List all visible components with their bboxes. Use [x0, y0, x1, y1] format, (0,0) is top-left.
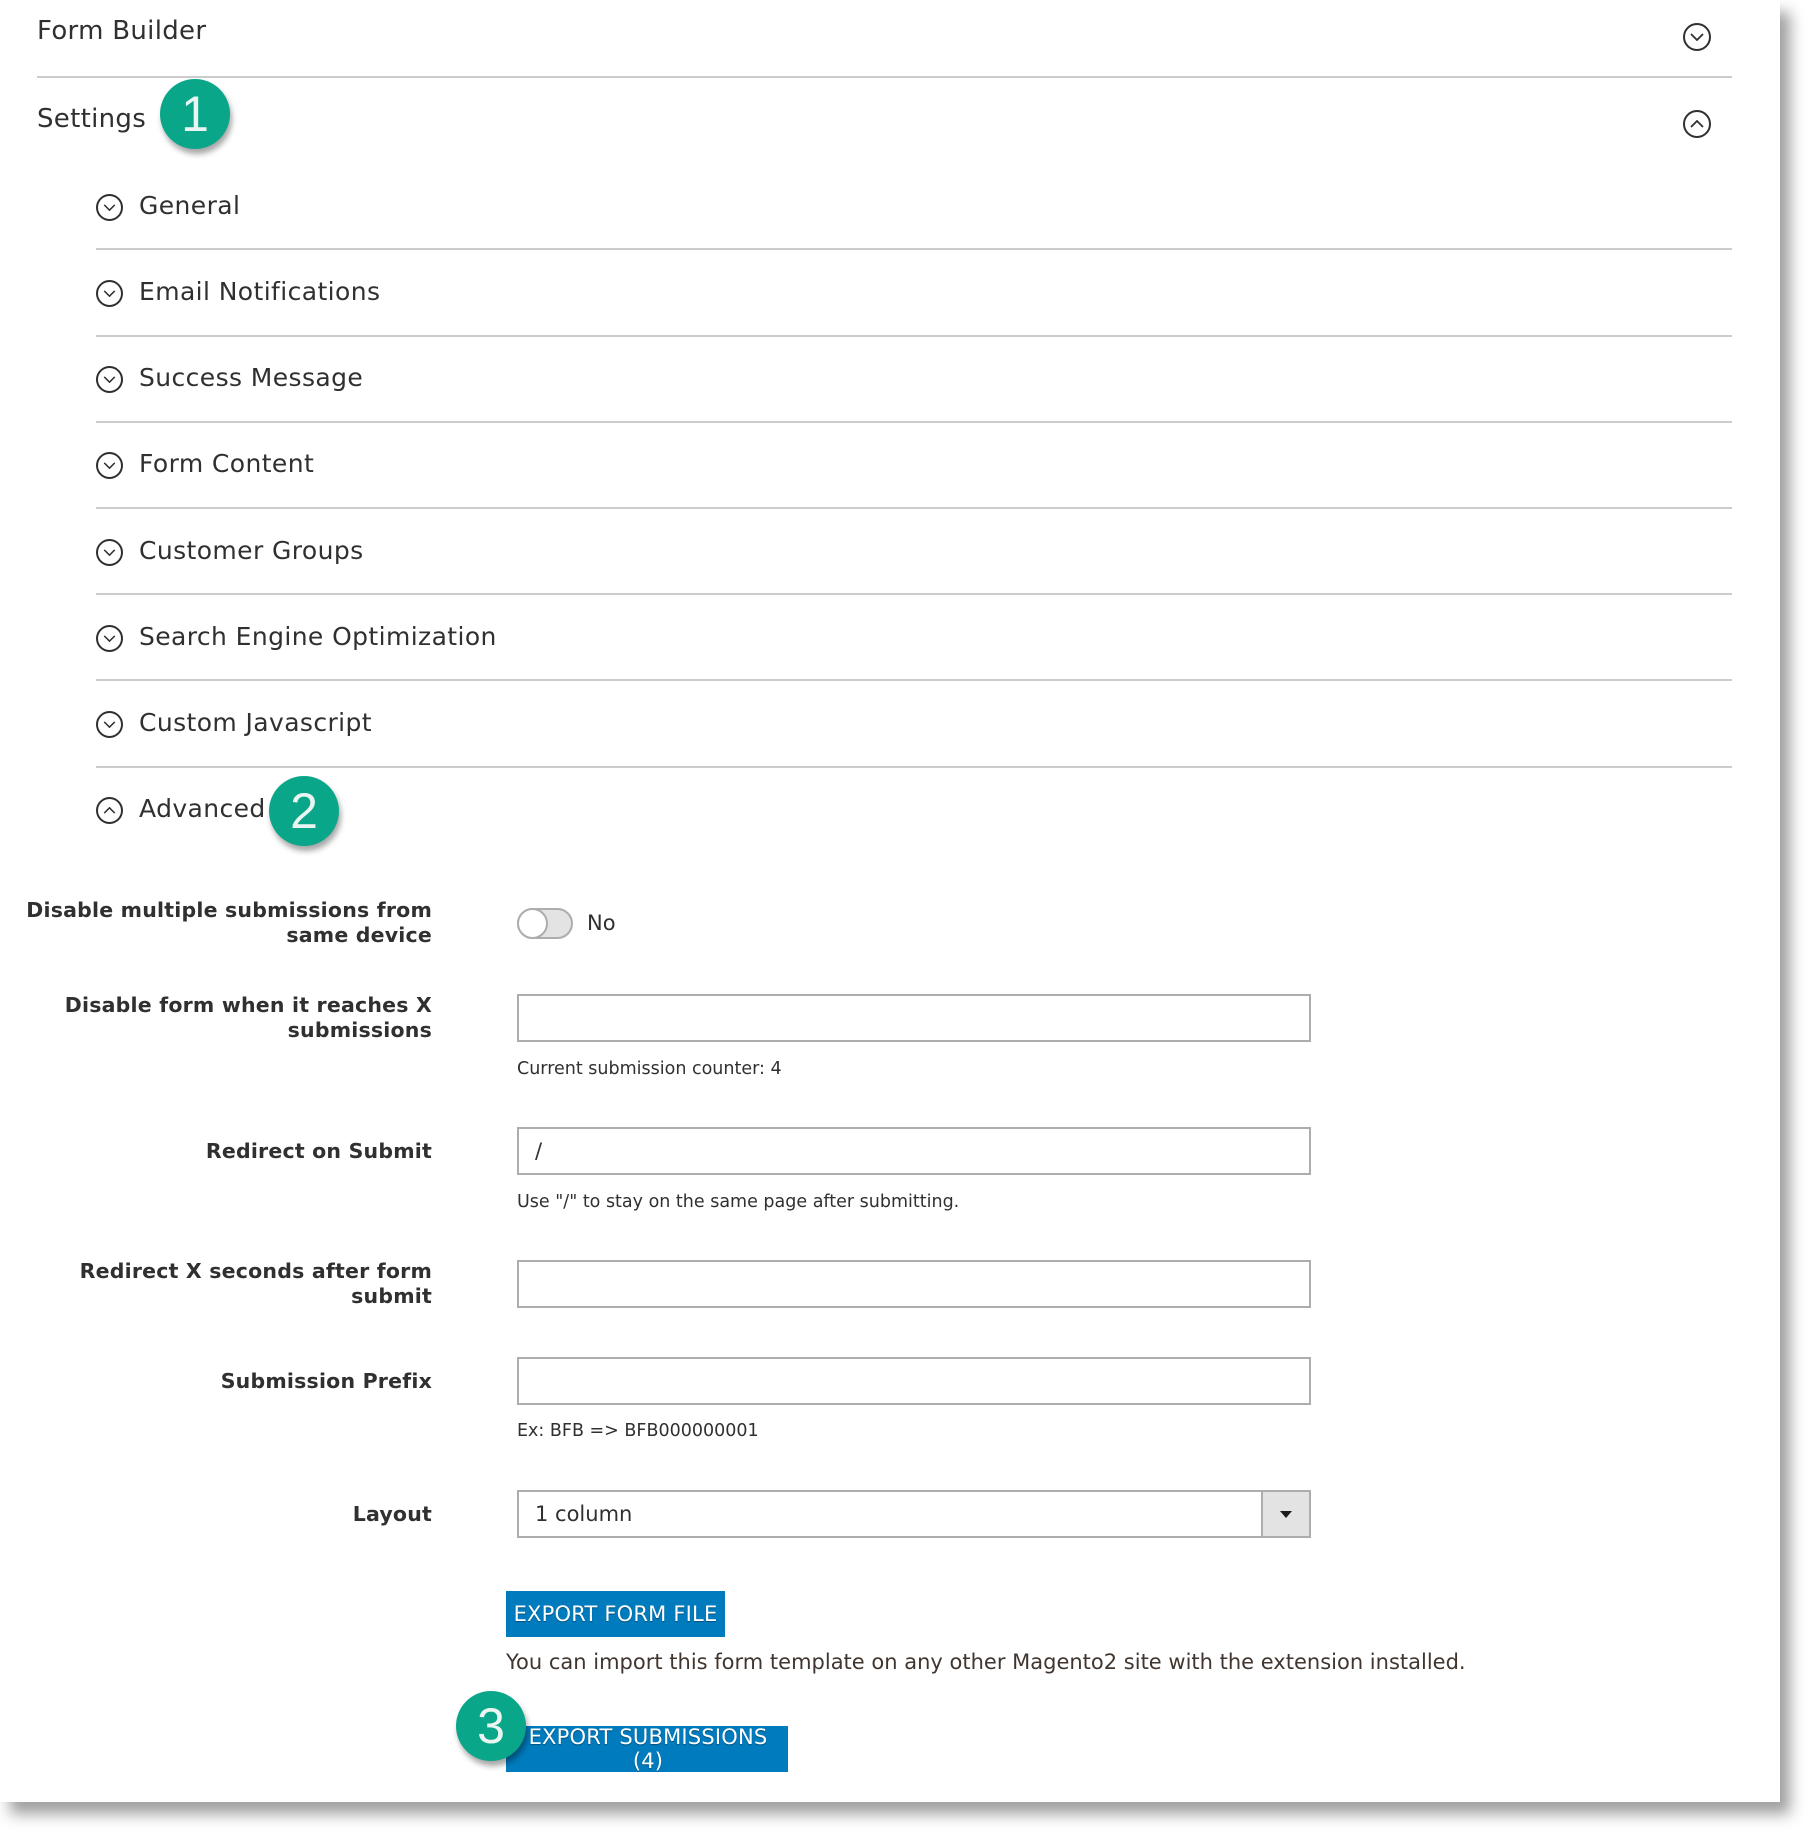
export-submissions-button[interactable]: EXPORT SUBMISSIONS (4)	[506, 1725, 788, 1773]
layout-selected-value: 1 column	[535, 1502, 633, 1526]
subsection-divider	[96, 593, 1732, 595]
prefix-example-helper: Ex: BFB => BFB000000001	[517, 1421, 759, 1441]
toggle-value-label: No	[587, 911, 616, 935]
redirect-on-submit-label: Redirect on Submit	[205, 1139, 432, 1163]
form-builder-title[interactable]: Form Builder	[37, 16, 206, 46]
subsection-label[interactable]: Customer Groups	[139, 536, 364, 565]
toggle-knob	[517, 908, 548, 939]
disable-multiple-label: Disable multiple submissions from same d…	[26, 898, 432, 947]
subsection-divider	[96, 248, 1732, 250]
redirect-helper: Use "/" to stay on the same page after s…	[517, 1192, 960, 1212]
submission-prefix-input[interactable]	[517, 1357, 1311, 1405]
subsection-label[interactable]: Form Content	[139, 449, 314, 478]
step-badge-3: 3	[456, 1691, 526, 1761]
subsection-label[interactable]: Search Engine Optimization	[139, 622, 497, 651]
disable-form-limit-input[interactable]	[517, 994, 1311, 1042]
submission-prefix-label: Submission Prefix	[220, 1369, 432, 1393]
redirect-on-submit-input[interactable]: /	[517, 1127, 1311, 1175]
settings-panel: Form Builder Settings 1 General Email No…	[0, 0, 1780, 1802]
subsection-label[interactable]: Email Notifications	[139, 277, 380, 306]
chevron-down-icon[interactable]	[96, 625, 123, 652]
subsection-label[interactable]: Success Message	[139, 363, 363, 392]
chevron-down-icon[interactable]	[96, 452, 123, 479]
export-form-note: You can import this form template on any…	[506, 1650, 1466, 1674]
chevron-down-icon[interactable]	[96, 366, 123, 393]
submission-counter-helper: Current submission counter: 4	[517, 1059, 782, 1079]
chevron-down-icon[interactable]	[1683, 23, 1711, 51]
chevron-up-icon[interactable]	[1683, 110, 1711, 138]
subsection-divider	[96, 507, 1732, 509]
layout-label: Layout	[352, 1502, 432, 1526]
chevron-down-icon[interactable]	[96, 194, 123, 221]
disable-form-limit-label: Disable form when it reaches X submissio…	[64, 993, 432, 1042]
chevron-up-icon[interactable]	[96, 797, 123, 824]
step-badge-2: 2	[269, 776, 339, 846]
section-divider	[37, 76, 1732, 78]
chevron-down-icon[interactable]	[96, 280, 123, 307]
chevron-down-icon[interactable]	[96, 539, 123, 566]
subsection-label[interactable]: General	[139, 191, 240, 220]
layout-select[interactable]: 1 column	[517, 1490, 1311, 1538]
subsection-label[interactable]: Advanced	[139, 794, 266, 823]
settings-title[interactable]: Settings	[37, 104, 146, 134]
disable-multiple-toggle[interactable]	[517, 908, 573, 939]
subsection-divider	[96, 766, 1732, 768]
dropdown-arrow-icon[interactable]	[1261, 1492, 1309, 1536]
subsection-divider	[96, 421, 1732, 423]
redirect-seconds-label: Redirect X seconds after form submit	[79, 1259, 432, 1308]
subsection-divider	[96, 679, 1732, 681]
step-badge-1: 1	[160, 79, 230, 149]
export-form-file-button[interactable]: EXPORT FORM FILE	[506, 1591, 725, 1637]
subsection-divider	[96, 335, 1732, 337]
subsection-label[interactable]: Custom Javascript	[139, 708, 372, 737]
redirect-seconds-input[interactable]	[517, 1260, 1311, 1308]
chevron-down-icon[interactable]	[96, 711, 123, 738]
